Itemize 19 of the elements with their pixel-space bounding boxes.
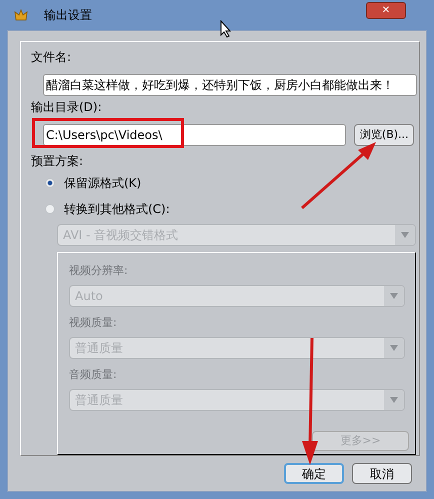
radio-button[interactable] — [45, 204, 55, 214]
field-label: 预置方案: — [31, 153, 84, 170]
radio-label: 保留源格式(K) — [64, 175, 142, 192]
field-label: 输出目录(D): — [31, 99, 102, 116]
dialog-button[interactable]: 取消 — [352, 463, 412, 484]
browse-button[interactable]: 浏览(B)... — [354, 124, 414, 146]
close-button[interactable]: ✕ — [366, 2, 406, 19]
field-label: 视频质量: — [69, 315, 117, 331]
radio-button[interactable] — [45, 178, 55, 188]
directory-field[interactable]: C:\Users\pc\Videos\ — [43, 124, 346, 146]
field-label: 文件名: — [31, 49, 72, 66]
dialog-button[interactable]: 确定 — [284, 463, 344, 484]
radio-label: 转换到其他格式(C): — [64, 201, 170, 218]
field-label: 音频质量: — [69, 367, 117, 383]
window-title: 输出设置 — [44, 7, 92, 24]
app-icon — [14, 9, 28, 21]
field-label: 视频分辨率: — [69, 263, 128, 279]
mouse-cursor-icon — [220, 20, 232, 38]
filename-field[interactable]: 醋溜白菜这样做，好吃到爆，还特别下饭，厨房小白都能做出来！ — [43, 74, 417, 96]
